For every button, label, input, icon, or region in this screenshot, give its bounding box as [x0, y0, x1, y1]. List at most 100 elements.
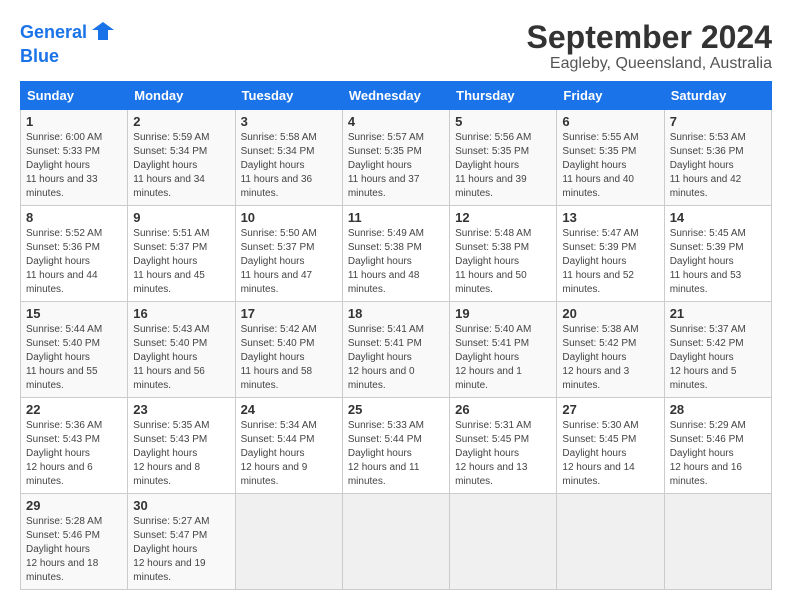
calendar-day-header: Wednesday	[342, 82, 449, 110]
day-info: Sunrise: 5:40 AMSunset: 5:41 PMDaylight …	[455, 323, 551, 393]
calendar-day-cell: 14 Sunrise: 5:45 AMSunset: 5:39 PMDayligh…	[664, 206, 771, 302]
day-info: Sunrise: 5:36 AMSunset: 5:43 PMDaylight …	[26, 419, 122, 489]
day-info: Sunrise: 5:48 AMSunset: 5:38 PMDaylight …	[455, 227, 551, 297]
day-number: 8	[26, 210, 122, 225]
day-number: 6	[562, 114, 658, 129]
day-number: 29	[26, 498, 122, 513]
calendar-day-cell: 28Sunrise: 5:29 AMSunset: 5:46 PMDayligh…	[664, 398, 771, 494]
calendar-week-row: 15Sunrise: 5:44 AMSunset: 5:40 PMDayligh…	[21, 302, 772, 398]
day-info: Sunrise: 5:42 AMSunset: 5:40 PMDaylight …	[241, 323, 337, 393]
day-number: 2	[133, 114, 229, 129]
day-number: 15	[26, 306, 122, 321]
calendar-day-cell: 13 Sunrise: 5:47 AMSunset: 5:39 PMDayligh…	[557, 206, 664, 302]
day-info: Sunrise: 5:38 AMSunset: 5:42 PMDaylight …	[562, 323, 658, 393]
calendar-day-cell: 12 Sunrise: 5:48 AMSunset: 5:38 PMDayligh…	[450, 206, 557, 302]
calendar-day-cell: 24 Sunrise: 5:34 AMSunset: 5:44 PMDayligh…	[235, 398, 342, 494]
page-subtitle: Eagleby, Queensland, Australia	[527, 55, 772, 73]
day-info: Sunrise: 5:49 AMSunset: 5:38 PMDaylight …	[348, 227, 444, 297]
calendar-table: SundayMondayTuesdayWednesdayThursdayFrid…	[20, 81, 772, 590]
day-number: 10	[241, 210, 337, 225]
calendar-day-cell: 26 Sunrise: 5:31 AMSunset: 5:45 PMDayligh…	[450, 398, 557, 494]
logo: General Blue	[20, 20, 114, 67]
calendar-day-cell: 20 Sunrise: 5:38 AMSunset: 5:42 PMDayligh…	[557, 302, 664, 398]
calendar-day-cell	[450, 494, 557, 590]
day-info: Sunrise: 5:45 AMSunset: 5:39 PMDaylight …	[670, 227, 766, 297]
day-number: 1	[26, 114, 122, 129]
day-number: 3	[241, 114, 337, 129]
day-number: 12	[455, 210, 551, 225]
day-info: Sunrise: 5:37 AMSunset: 5:42 PMDaylight …	[670, 323, 766, 393]
day-info: Sunrise: 6:00 AMSunset: 5:33 PMDaylight …	[26, 131, 122, 201]
day-info: Sunrise: 5:35 AMSunset: 5:43 PMDaylight …	[133, 419, 229, 489]
day-info: Sunrise: 5:50 AMSunset: 5:37 PMDaylight …	[241, 227, 337, 297]
page-header: General Blue September 2024 Eagleby, Que…	[20, 20, 772, 73]
calendar-day-cell: 27 Sunrise: 5:30 AMSunset: 5:45 PMDayligh…	[557, 398, 664, 494]
day-number: 11	[348, 210, 444, 225]
calendar-day-cell: 16Sunrise: 5:43 AMSunset: 5:40 PMDayligh…	[128, 302, 235, 398]
logo-bird-icon	[92, 20, 114, 42]
calendar-week-row: 22 Sunrise: 5:36 AMSunset: 5:43 PMDayligh…	[21, 398, 772, 494]
logo-text-blue: Blue	[20, 47, 114, 67]
day-info: Sunrise: 5:27 AMSunset: 5:47 PMDaylight …	[133, 515, 229, 585]
day-info: Sunrise: 5:47 AMSunset: 5:39 PMDaylight …	[562, 227, 658, 297]
day-info: Sunrise: 5:52 AMSunset: 5:36 PMDaylight …	[26, 227, 122, 297]
day-number: 27	[562, 402, 658, 417]
calendar-day-cell	[664, 494, 771, 590]
day-number: 17	[241, 306, 337, 321]
calendar-day-cell	[235, 494, 342, 590]
day-number: 23	[133, 402, 229, 417]
calendar-day-cell: 25Sunrise: 5:33 AMSunset: 5:44 PMDayligh…	[342, 398, 449, 494]
calendar-day-cell: 8 Sunrise: 5:52 AMSunset: 5:36 PMDaylight…	[21, 206, 128, 302]
calendar-week-row: 29Sunrise: 5:28 AMSunset: 5:46 PMDayligh…	[21, 494, 772, 590]
calendar-day-cell	[557, 494, 664, 590]
day-number: 7	[670, 114, 766, 129]
day-info: Sunrise: 5:30 AMSunset: 5:45 PMDaylight …	[562, 419, 658, 489]
calendar-day-cell: 22 Sunrise: 5:36 AMSunset: 5:43 PMDayligh…	[21, 398, 128, 494]
calendar-day-cell: 11 Sunrise: 5:49 AMSunset: 5:38 PMDayligh…	[342, 206, 449, 302]
calendar-header-row: SundayMondayTuesdayWednesdayThursdayFrid…	[21, 82, 772, 110]
calendar-day-header: Saturday	[664, 82, 771, 110]
day-number: 16	[133, 306, 229, 321]
day-info: Sunrise: 5:51 AMSunset: 5:37 PMDaylight …	[133, 227, 229, 297]
day-number: 26	[455, 402, 551, 417]
calendar-day-cell: 6 Sunrise: 5:55 AMSunset: 5:35 PMDaylight…	[557, 110, 664, 206]
day-number: 24	[241, 402, 337, 417]
calendar-day-cell: 3 Sunrise: 5:58 AMSunset: 5:34 PMDaylight…	[235, 110, 342, 206]
calendar-day-cell: 9Sunrise: 5:51 AMSunset: 5:37 PMDaylight…	[128, 206, 235, 302]
calendar-day-cell: 21Sunrise: 5:37 AMSunset: 5:42 PMDayligh…	[664, 302, 771, 398]
calendar-day-header: Friday	[557, 82, 664, 110]
day-info: Sunrise: 5:41 AMSunset: 5:41 PMDaylight …	[348, 323, 444, 393]
calendar-day-cell: 15Sunrise: 5:44 AMSunset: 5:40 PMDayligh…	[21, 302, 128, 398]
calendar-day-header: Monday	[128, 82, 235, 110]
day-info: Sunrise: 5:55 AMSunset: 5:35 PMDaylight …	[562, 131, 658, 201]
logo-text-general: General	[20, 22, 87, 42]
calendar-day-header: Sunday	[21, 82, 128, 110]
title-block: September 2024 Eagleby, Queensland, Aust…	[527, 20, 772, 73]
calendar-day-cell: 10 Sunrise: 5:50 AMSunset: 5:37 PMDayligh…	[235, 206, 342, 302]
calendar-day-cell: 17 Sunrise: 5:42 AMSunset: 5:40 PMDayligh…	[235, 302, 342, 398]
day-number: 20	[562, 306, 658, 321]
day-number: 19	[455, 306, 551, 321]
day-info: Sunrise: 5:59 AMSunset: 5:34 PMDaylight …	[133, 131, 229, 201]
day-number: 28	[670, 402, 766, 417]
day-number: 4	[348, 114, 444, 129]
calendar-week-row: 1 Sunrise: 6:00 AMSunset: 5:33 PMDaylight…	[21, 110, 772, 206]
day-number: 13	[562, 210, 658, 225]
calendar-day-cell: 5Sunrise: 5:56 AMSunset: 5:35 PMDaylight…	[450, 110, 557, 206]
calendar-day-cell: 4Sunrise: 5:57 AMSunset: 5:35 PMDaylight…	[342, 110, 449, 206]
day-info: Sunrise: 5:58 AMSunset: 5:34 PMDaylight …	[241, 131, 337, 201]
calendar-week-row: 8 Sunrise: 5:52 AMSunset: 5:36 PMDaylight…	[21, 206, 772, 302]
day-number: 14	[670, 210, 766, 225]
calendar-day-header: Tuesday	[235, 82, 342, 110]
calendar-day-cell: 7 Sunrise: 5:53 AMSunset: 5:36 PMDaylight…	[664, 110, 771, 206]
calendar-day-cell: 29Sunrise: 5:28 AMSunset: 5:46 PMDayligh…	[21, 494, 128, 590]
calendar-day-cell	[342, 494, 449, 590]
day-info: Sunrise: 5:53 AMSunset: 5:36 PMDaylight …	[670, 131, 766, 201]
day-info: Sunrise: 5:56 AMSunset: 5:35 PMDaylight …	[455, 131, 551, 201]
calendar-day-cell: 2 Sunrise: 5:59 AMSunset: 5:34 PMDaylight…	[128, 110, 235, 206]
day-info: Sunrise: 5:31 AMSunset: 5:45 PMDaylight …	[455, 419, 551, 489]
calendar-day-cell: 18Sunrise: 5:41 AMSunset: 5:41 PMDayligh…	[342, 302, 449, 398]
day-info: Sunrise: 5:34 AMSunset: 5:44 PMDaylight …	[241, 419, 337, 489]
day-number: 22	[26, 402, 122, 417]
day-number: 30	[133, 498, 229, 513]
